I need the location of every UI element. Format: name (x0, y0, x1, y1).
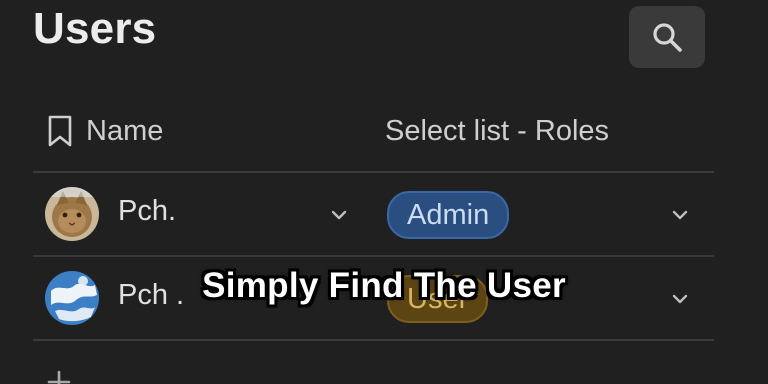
name-column-header[interactable]: Name (46, 110, 163, 152)
user-name: Pch. (118, 195, 177, 227)
table-header: Name Select list - Roles (33, 110, 713, 152)
row-divider (33, 255, 714, 257)
overlay-caption: Simply Find The User (202, 266, 566, 305)
roles-column-label: Select list - Roles (385, 114, 610, 147)
role-badge-admin[interactable]: Admin (387, 191, 510, 239)
header-divider (33, 171, 714, 173)
role-label: Admin (407, 198, 490, 231)
search-button[interactable] (629, 6, 705, 68)
chevron-down-icon[interactable] (329, 205, 349, 225)
users-page: Users Name Select list - Roles Pch. Admi… (0, 0, 768, 384)
search-icon (653, 23, 682, 52)
plus-icon[interactable] (47, 370, 71, 384)
bookmark-icon (48, 115, 72, 147)
name-column-label: Name (86, 114, 164, 147)
page-title: Users (33, 4, 157, 53)
cat-photo-avatar (45, 187, 99, 241)
chevron-down-icon[interactable] (670, 205, 690, 225)
table-row[interactable]: Pch. Admin (33, 174, 714, 254)
roles-column-header[interactable]: Select list - Roles (385, 110, 609, 152)
row-divider (33, 339, 714, 341)
